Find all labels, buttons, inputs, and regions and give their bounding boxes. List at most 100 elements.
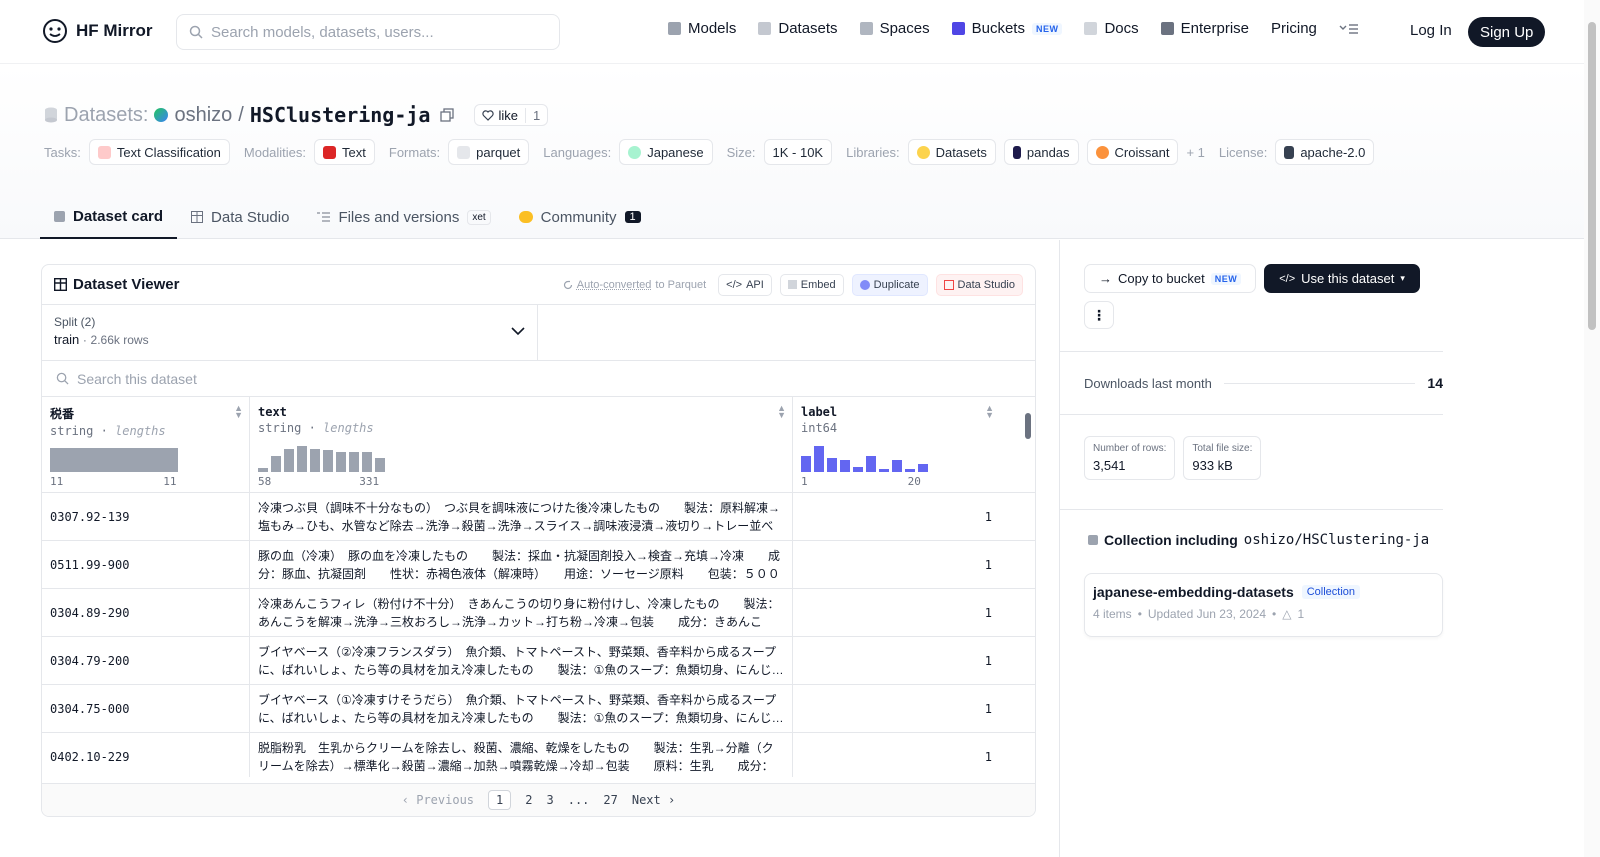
- hf-logo-icon: [43, 19, 67, 43]
- tab-data-studio[interactable]: Data Studio: [177, 195, 303, 239]
- copy-to-bucket-label: Copy to bucket: [1118, 271, 1205, 286]
- table-row[interactable]: 0307.92-139 冷凍つぶ貝（調味不十分なもの） つぶ貝を調味液につけた後冷…: [42, 493, 1035, 541]
- page-button[interactable]: 2: [525, 793, 532, 807]
- login-link[interactable]: Log In: [1410, 22, 1452, 39]
- nav-datasets[interactable]: Datasets: [758, 20, 838, 37]
- cell-text[interactable]: ブイヤベース（②冷凍フランスダラ） 魚介類、トマトペースト、野菜類、香辛料から成…: [250, 637, 793, 684]
- signup-button[interactable]: Sign Up: [1468, 17, 1546, 47]
- embed-button[interactable]: Embed: [779, 273, 844, 296]
- copy-icon[interactable]: [440, 108, 455, 122]
- previous-page-button[interactable]: ‹ Previous: [402, 793, 474, 807]
- auto-converted-link[interactable]: Auto-converted: [577, 279, 652, 291]
- data-studio-button[interactable]: Data Studio: [935, 273, 1023, 296]
- modality-tag[interactable]: Text: [314, 139, 375, 165]
- cell-label[interactable]: 1: [793, 589, 1000, 636]
- tab-dataset-card-label: Dataset card: [73, 207, 164, 225]
- table-row[interactable]: 0511.99-900 豚の血（冷凍） 豚の血を冷凍したもの 製法：採血・抗凝固剤…: [42, 541, 1035, 589]
- cell-text[interactable]: 豚の血（冷凍） 豚の血を冷凍したもの 製法：採血・抗凝固剤投入→検査→充填→冷凍…: [250, 541, 793, 588]
- nav-enterprise[interactable]: Enterprise: [1160, 20, 1249, 37]
- cell-text[interactable]: 冷凍つぶ貝（調味不十分なもの） つぶ貝を調味液につけた後冷凍したもの 製法：原料…: [250, 493, 793, 540]
- table-row[interactable]: 0402.10-229 脱脂粉乳 生乳からクリームを除去し、殺菌、濃縮、乾燥をした…: [42, 733, 1035, 777]
- cell-label[interactable]: 1: [793, 541, 1000, 588]
- brand-link[interactable]: HF Mirror: [42, 18, 153, 44]
- library-tag-datasets[interactable]: Datasets: [907, 139, 996, 165]
- data-studio-label: Data Studio: [957, 278, 1015, 291]
- nav-docs[interactable]: Docs: [1084, 20, 1139, 37]
- size-tag[interactable]: 1K - 10K: [763, 139, 833, 165]
- page-button[interactable]: 1: [488, 790, 512, 810]
- sort-icon[interactable]: ▲ ▼: [985, 404, 994, 420]
- more-libraries[interactable]: + 1: [1186, 145, 1204, 160]
- histogram-bar: [310, 449, 320, 472]
- nav-models[interactable]: Models: [668, 20, 736, 37]
- dataset-name[interactable]: HSClustering-ja: [250, 103, 431, 127]
- library-tag-pandas[interactable]: pandas: [1003, 139, 1079, 165]
- cell-code[interactable]: 0304.79-200: [42, 637, 250, 684]
- duplicate-button[interactable]: Duplicate: [851, 273, 928, 296]
- api-button[interactable]: </> API: [718, 273, 772, 296]
- page-scrollbar[interactable]: [1584, 0, 1600, 857]
- page-button[interactable]: 27: [603, 793, 617, 807]
- column-header[interactable]: label int64 ▲ ▼ 1 20: [793, 397, 1000, 492]
- like-button[interactable]: like 1: [474, 104, 549, 126]
- column-header[interactable]: text string · lengths ▲ ▼ 58 331: [250, 397, 793, 492]
- cell-label[interactable]: 1: [793, 733, 1000, 777]
- cell-code[interactable]: 0304.89-290: [42, 589, 250, 636]
- histogram-bar: [892, 460, 902, 472]
- tab-dataset-card[interactable]: Dataset card: [40, 195, 178, 239]
- nav-pricing[interactable]: Pricing: [1271, 20, 1317, 37]
- cell-text[interactable]: ブイヤベース（①冷凍すけそうだら） 魚介類、トマトペースト、野菜類、香辛料から成…: [250, 685, 793, 732]
- table-row[interactable]: 0304.79-200 ブイヤベース（②冷凍フランスダラ） 魚介類、トマトペースト…: [42, 637, 1035, 685]
- global-search-input[interactable]: Search models, datasets, users...: [176, 14, 560, 50]
- sort-icon[interactable]: ▲ ▼: [234, 404, 243, 420]
- cell-code[interactable]: 0402.10-229: [42, 733, 250, 777]
- text-classification-icon: [97, 145, 111, 159]
- page-button[interactable]: 3: [546, 793, 553, 807]
- format-tag[interactable]: parquet: [448, 139, 530, 165]
- license-tag[interactable]: apache-2.0: [1275, 139, 1375, 165]
- nav-more-menu[interactable]: [1339, 23, 1359, 35]
- dataset-viewer: Dataset Viewer Auto-converted to Parquet …: [41, 264, 1036, 817]
- nav-buckets[interactable]: Buckets NEW: [951, 20, 1063, 37]
- cell-label[interactable]: 1: [793, 493, 1000, 540]
- sort-icon[interactable]: ▲ ▼: [777, 404, 786, 420]
- cell-text[interactable]: 脱脂粉乳 生乳からクリームを除去し、殺菌、濃縮、乾燥をしたもの 製法：生乳→分離…: [250, 733, 793, 777]
- table-row[interactable]: 0304.75-000 ブイヤベース（①冷凍すけそうだら） 魚介類、トマトペースト…: [42, 685, 1035, 733]
- dataset-search-input[interactable]: Search this dataset: [42, 361, 1035, 397]
- more-options-button[interactable]: ⋮: [1084, 301, 1114, 329]
- histogram-bar: [271, 456, 281, 472]
- owner-link[interactable]: oshizo: [174, 104, 232, 127]
- like-label: like: [498, 107, 518, 123]
- tab-community[interactable]: Community 1: [505, 195, 655, 239]
- license-label: License:: [1218, 144, 1268, 160]
- license-tag-label: apache-2.0: [1300, 144, 1366, 160]
- scrollbar-thumb[interactable]: [1025, 413, 1031, 439]
- cell-code[interactable]: 0307.92-139: [42, 493, 250, 540]
- card-icon: [54, 210, 65, 222]
- cell-label[interactable]: 1: [793, 637, 1000, 684]
- cell-code[interactable]: 0511.99-900: [42, 541, 250, 588]
- cell-code[interactable]: 0304.75-000: [42, 685, 250, 732]
- embed-icon: [787, 280, 797, 289]
- collection-card[interactable]: japanese-embedding-datasets Collection 4 …: [1084, 573, 1443, 637]
- next-page-button[interactable]: Next ›: [632, 793, 675, 807]
- nav-spaces[interactable]: Spaces: [859, 20, 930, 37]
- rows-stat-label: Number of rows:: [1093, 443, 1167, 454]
- page-scrollbar-thumb[interactable]: [1588, 22, 1596, 330]
- copy-to-bucket-button[interactable]: → Copy to bucket NEW: [1084, 264, 1257, 293]
- hist-max: 331: [359, 475, 380, 488]
- table-row[interactable]: 0304.89-290 冷凍あんこうフィレ（粉付け不十分） きあんこうの切り身に粉…: [42, 589, 1035, 637]
- table-scrollbar[interactable]: [1023, 403, 1033, 779]
- spaces-icon: [859, 22, 873, 35]
- size-label: Size:: [726, 144, 756, 160]
- use-dataset-button[interactable]: </> Use this dataset ▾: [1264, 264, 1420, 293]
- split-select[interactable]: Split (2) train · 2.66k rows: [42, 305, 538, 360]
- datasets-breadcrumb[interactable]: Datasets:: [64, 104, 148, 127]
- cell-text[interactable]: 冷凍あんこうフィレ（粉付け不十分） きあんこうの切り身に粉付けし、冷凍したもの …: [250, 589, 793, 636]
- task-tag[interactable]: Text Classification: [88, 139, 230, 165]
- column-header[interactable]: 税番 string · lengths ▲ ▼ 11 11: [42, 397, 250, 492]
- tab-files-versions[interactable]: Files and versions xet: [303, 195, 504, 239]
- cell-label[interactable]: 1: [793, 685, 1000, 732]
- library-tag-croissant[interactable]: Croissant: [1086, 139, 1179, 165]
- language-tag[interactable]: Japanese: [619, 139, 713, 165]
